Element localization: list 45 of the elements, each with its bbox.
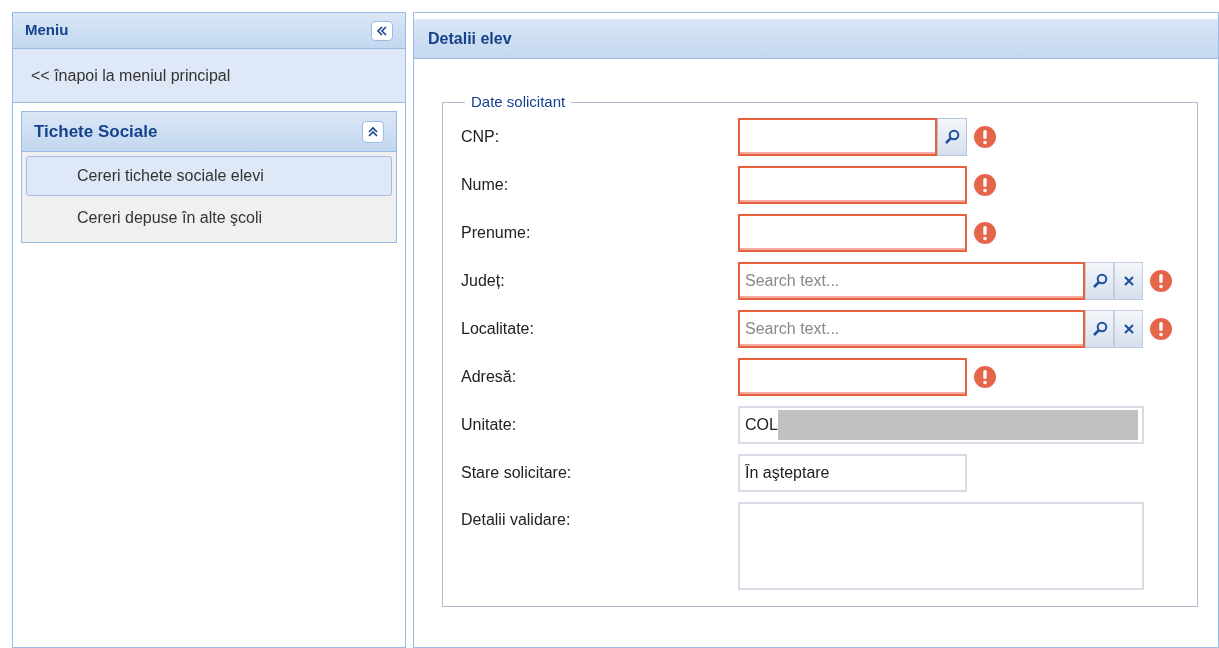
input-field[interactable]	[738, 165, 967, 204]
field-label: CNP:	[461, 126, 501, 147]
section-title: Tichete Sociale	[34, 120, 158, 143]
error-icon	[973, 172, 997, 197]
input-field[interactable]: Search text...	[738, 309, 1085, 348]
field-label: Localitate:	[461, 318, 535, 339]
search-button[interactable]	[1085, 261, 1114, 300]
search-icon	[944, 128, 960, 145]
error-icon	[1149, 268, 1173, 293]
clear-button[interactable]	[1114, 261, 1143, 300]
error-icon	[973, 220, 997, 245]
panel-title: Meniu	[25, 20, 69, 41]
input-field[interactable]	[738, 357, 967, 396]
search-icon	[1091, 320, 1108, 337]
input-field[interactable]: Search text...	[738, 261, 1085, 300]
menu-item[interactable]: Cereri tichete sociale elevi	[26, 156, 392, 196]
close-icon	[1122, 274, 1135, 287]
panel-title: Detalii elev	[428, 28, 512, 49]
back-link[interactable]: << înapoi la meniul principal	[31, 63, 231, 88]
search-button[interactable]	[937, 117, 967, 156]
double-chevron-up-icon	[368, 125, 378, 138]
field-label: Județ:	[461, 270, 506, 291]
menu-item[interactable]: Cereri depuse în alte şcoli	[26, 198, 392, 238]
field-label: Adresă:	[461, 366, 518, 387]
double-chevron-left-icon	[376, 25, 388, 36]
field-value: COL	[745, 414, 778, 435]
input-field[interactable]: În aşteptare	[738, 453, 967, 492]
field-label: Stare solicitare:	[461, 462, 573, 483]
search-icon	[1091, 272, 1108, 289]
field-label: Unitate:	[461, 414, 518, 435]
input-field[interactable]: COL	[738, 405, 1144, 444]
clear-button[interactable]	[1114, 309, 1143, 348]
search-button[interactable]	[1085, 309, 1114, 348]
field-label: Detalii validare:	[461, 509, 572, 530]
collapse-button[interactable]	[371, 20, 393, 41]
collapse-button[interactable]	[362, 120, 384, 143]
error-icon	[973, 364, 997, 389]
input-field[interactable]	[738, 213, 967, 252]
input-field[interactable]	[738, 117, 937, 156]
close-icon	[1122, 322, 1135, 335]
field-label: Prenume:	[461, 222, 532, 243]
field-label: Nume:	[461, 174, 510, 195]
error-icon	[1149, 316, 1173, 341]
error-icon	[973, 124, 997, 149]
fieldset-legend: Date solicitant	[465, 91, 572, 114]
